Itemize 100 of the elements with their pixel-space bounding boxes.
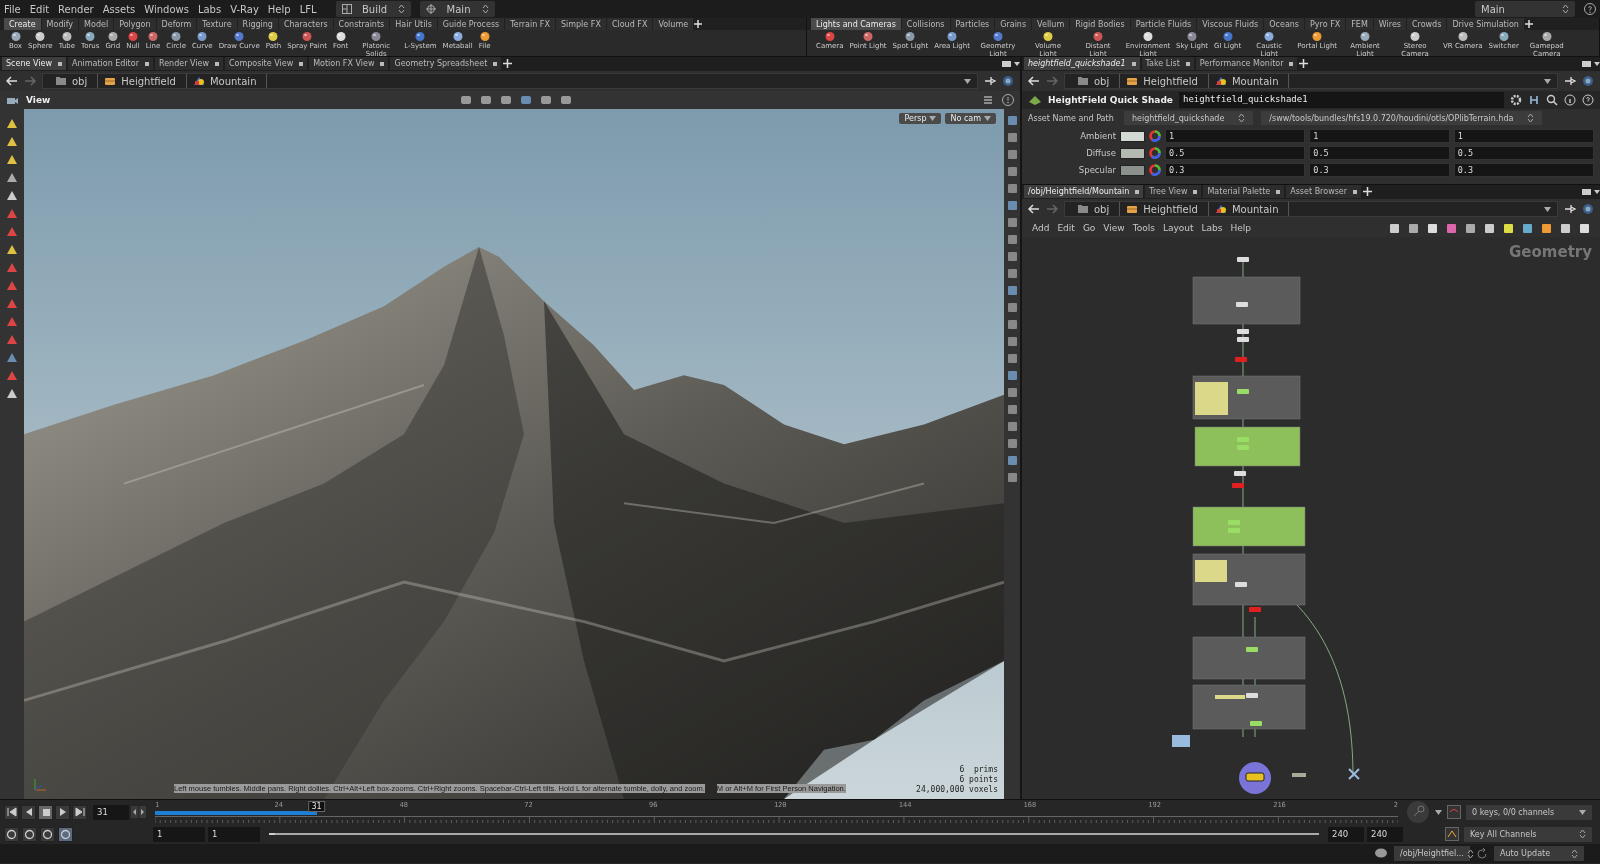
pane-tab[interactable]: Material Palette	[1203, 185, 1285, 198]
step-frame-icon[interactable]	[131, 806, 147, 818]
pin-icon[interactable]	[1564, 76, 1576, 86]
display-tool-icon[interactable]	[1006, 438, 1018, 449]
network-tool-icon[interactable]	[1465, 222, 1476, 234]
viewport-tool-icon[interactable]	[480, 94, 493, 106]
path-segment[interactable]: obj	[49, 74, 99, 88]
display-tool-icon[interactable]	[1006, 217, 1018, 228]
value-field[interactable]: 0.5	[1165, 146, 1306, 160]
pin-icon[interactable]	[1564, 204, 1576, 214]
shelf-tab[interactable]: Pyro FX	[1305, 18, 1346, 30]
add-icon[interactable]	[694, 20, 703, 28]
close-icon[interactable]	[144, 61, 149, 66]
value-field[interactable]: 1	[1309, 129, 1450, 143]
network-tool-icon[interactable]	[1541, 222, 1552, 234]
display-options-icon[interactable]	[982, 94, 994, 106]
shelf-tab[interactable]: Collisions	[901, 18, 950, 30]
pane-tab[interactable]: heightfield_quickshade1	[1024, 57, 1140, 70]
path-segment[interactable]: Heightfield	[1120, 74, 1209, 88]
frame-field[interactable]: 31	[93, 804, 129, 820]
add-icon[interactable]	[1524, 20, 1533, 28]
pane-tab[interactable]: Performance Monitor	[1195, 57, 1298, 70]
close-icon[interactable]	[1131, 61, 1136, 66]
pin-icon[interactable]	[984, 76, 996, 86]
display-tool-icon[interactable]	[1006, 404, 1018, 415]
desktop-dropdown[interactable]: Build	[335, 1, 411, 17]
value-field[interactable]: 0.3	[1165, 163, 1306, 177]
close-icon[interactable]	[1185, 61, 1190, 66]
node-name-field[interactable]: heightfield_quickshade1	[1179, 92, 1504, 108]
display-tool-icon[interactable]	[1006, 421, 1018, 432]
context-dropdown[interactable]: Main	[1475, 1, 1575, 17]
playback-button[interactable]	[72, 804, 87, 820]
back-icon[interactable]	[6, 76, 18, 86]
playback-button[interactable]	[21, 804, 36, 820]
color-swatch[interactable]	[1120, 164, 1145, 176]
close-icon[interactable]	[1289, 61, 1294, 66]
shelf-tab[interactable]: Oceans	[1264, 18, 1305, 30]
shelf-tab[interactable]: Vellum	[1032, 18, 1070, 30]
pane-tab[interactable]: Animation Editor	[67, 57, 153, 70]
playback-button[interactable]	[38, 804, 53, 820]
close-icon[interactable]	[214, 61, 219, 66]
shelf-tab[interactable]: Texture	[197, 18, 237, 30]
pane-tab[interactable]: Take List	[1141, 57, 1194, 70]
display-tool-icon[interactable]	[1006, 285, 1018, 296]
display-tool-icon[interactable]	[1006, 132, 1018, 143]
shelf-tab[interactable]: Drive Simulation	[1447, 18, 1524, 30]
pane-tab[interactable]: /obj/Heightfield/Mountain	[1024, 185, 1144, 198]
pane-tab[interactable]: Tree View	[1145, 185, 1202, 198]
shelf-tab[interactable]: Cloud FX	[606, 18, 653, 30]
display-tool-icon[interactable]	[1006, 336, 1018, 347]
display-tool-icon[interactable]	[1006, 234, 1018, 245]
path-segment[interactable]: Heightfield	[98, 74, 187, 88]
path-segment[interactable]: obj	[1071, 202, 1121, 216]
viewport-tool-icon[interactable]	[5, 171, 19, 184]
range-field[interactable]: 240	[1328, 826, 1364, 842]
help-icon[interactable]	[1584, 3, 1596, 15]
key-icon[interactable]	[1406, 800, 1430, 824]
value-field[interactable]: 0.3	[1309, 163, 1450, 177]
display-tool-icon[interactable]	[1006, 251, 1018, 262]
menu-item[interactable]: File	[4, 3, 21, 15]
shelf-tab[interactable]: Rigid Bodies	[1070, 18, 1130, 30]
shelf-tab[interactable]: Lights and Cameras	[811, 18, 901, 30]
shelf-tab[interactable]: Wires	[1373, 18, 1406, 30]
viewport-tool-icon[interactable]	[5, 387, 19, 400]
add-icon[interactable]	[1299, 59, 1309, 68]
color-wheel-icon[interactable]	[1149, 164, 1161, 176]
pane-tab[interactable]: Composite View	[224, 57, 308, 70]
shelf-tab[interactable]: Viscous Fluids	[1197, 18, 1264, 30]
shelf-tab[interactable]: Grains	[995, 18, 1032, 30]
network-tool-icon[interactable]	[1408, 222, 1419, 234]
info-icon[interactable]	[1564, 94, 1576, 106]
display-tool-icon[interactable]	[1006, 183, 1018, 194]
shelf-tab[interactable]: Create	[4, 18, 41, 30]
shelf-tab[interactable]: Simple FX	[555, 18, 606, 30]
help-icon[interactable]	[1582, 94, 1594, 106]
add-icon[interactable]	[503, 59, 513, 68]
menu-item[interactable]: V-Ray	[230, 3, 259, 15]
color-swatch[interactable]	[1120, 130, 1145, 142]
pane-menu-icon[interactable]	[1582, 187, 1600, 196]
display-tool-icon[interactable]	[1006, 200, 1018, 211]
color-swatch[interactable]	[1120, 147, 1145, 159]
back-icon[interactable]	[1028, 204, 1040, 214]
path-segment[interactable]: obj	[1071, 74, 1121, 88]
update-mode-dropdown[interactable]: Auto Update	[1494, 846, 1584, 861]
network-tool-icon[interactable]	[1560, 222, 1571, 234]
playhead-marker[interactable]: 31	[307, 801, 326, 812]
display-tool-icon[interactable]	[1006, 353, 1018, 364]
shelf-tab[interactable]: Modify	[41, 18, 79, 30]
shelf-tab[interactable]: Crowds	[1407, 18, 1447, 30]
viewport-tool-icon[interactable]	[5, 117, 19, 130]
keys-dropdown[interactable]: 0 keys, 0/0 channels	[1466, 804, 1592, 820]
value-field[interactable]: 1	[1165, 129, 1306, 143]
network-tool-icon[interactable]	[1503, 222, 1514, 234]
menu-item[interactable]: Render	[58, 3, 94, 15]
viewport-tool-icon[interactable]	[5, 153, 19, 166]
path-segment[interactable]: Mountain	[1208, 74, 1290, 88]
menu-item[interactable]: Help	[1230, 223, 1251, 233]
value-field[interactable]: 1	[1453, 129, 1594, 143]
gear-icon[interactable]	[1510, 94, 1522, 106]
channels-icon[interactable]	[1447, 805, 1461, 819]
